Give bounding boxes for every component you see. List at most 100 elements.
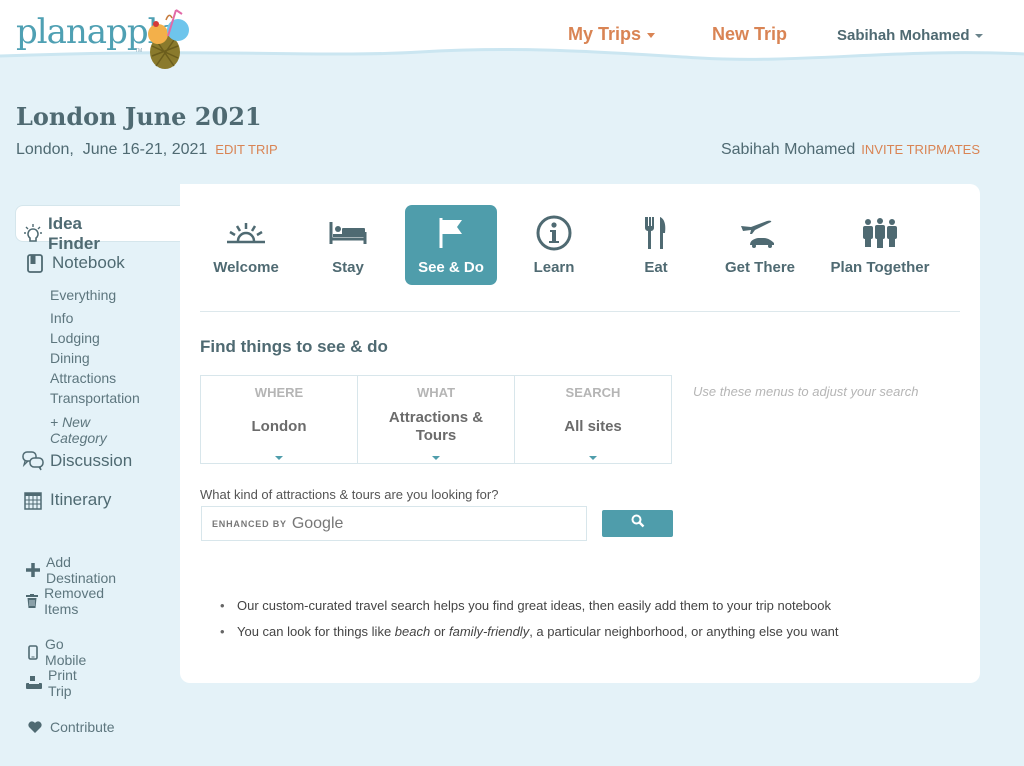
tip-text: You can look for things like [237,624,395,639]
edit-trip-link[interactable]: EDIT TRIP [215,142,277,157]
trip-location: London, [16,141,74,158]
tab-label: Welcome [213,259,279,276]
search-source-value: All sites [564,418,622,435]
tab-label: Learn [533,259,575,276]
sunrise-icon [225,213,267,253]
tip-text: Our custom-curated travel search helps y… [237,598,831,613]
search-question-label: What kind of attractions & tours are you… [200,487,499,502]
tab-label: See & Do [418,259,484,276]
category-tabs: Welcome Stay See & Do Learn Eat Get Ther… [200,205,960,285]
info-icon [536,213,572,253]
calendar-icon [22,490,44,510]
search-selectors: WHERE London WHAT Attractions & Tours SE… [200,375,672,464]
go-mobile-label: Go Mobile [45,636,87,668]
notebook-transportation[interactable]: Transportation [50,390,140,406]
trip-owner-area: Sabihah Mohamed INVITE TRIPMATES [721,141,980,159]
search-source-selector[interactable]: SEARCH All sites [515,376,671,463]
notebook-lodging[interactable]: Lodging [50,330,100,346]
user-name-label: Sabihah Mohamed [837,27,970,44]
trash-icon [26,593,39,609]
tab-label: Plan Together [830,259,930,276]
search-button[interactable] [602,510,673,537]
new-category-link[interactable]: + New Category [50,414,107,446]
print-trip-button[interactable]: Print Trip [26,667,79,699]
trip-dates: June 16-21, 2021 [82,141,208,158]
bed-icon [329,213,367,253]
sidebar-item-label: Itinerary [50,490,112,509]
add-destination-label: Add Destination [46,554,117,586]
sidebar-item-label: Notebook [52,253,125,272]
what-selector[interactable]: WHAT Attractions & Tours [358,376,515,463]
my-trips-menu[interactable]: My Trips [568,24,656,45]
plus-icon [26,562,40,578]
removed-items-label: Removed Items [44,585,105,617]
tabs-divider [200,311,960,312]
heart-icon [26,719,44,735]
chevron-down-icon [275,456,283,460]
finder-tips-list: Our custom-curated travel search helps y… [220,598,839,650]
printer-icon [26,675,42,691]
where-label: WHERE [254,385,304,400]
speech-bubbles-icon [22,451,44,471]
tip-item: Our custom-curated travel search helps y… [220,598,839,614]
notebook-dining[interactable]: Dining [50,350,90,366]
search-input[interactable]: ENHANCED BY Google [201,506,587,541]
tab-plan-together[interactable]: Plan Together [827,205,933,285]
tab-learn[interactable]: Learn [520,205,588,285]
tab-stay[interactable]: Stay [315,205,381,285]
tip-emphasis: beach [394,624,431,639]
fork-knife-icon [643,213,669,253]
tab-label: Stay [332,259,364,276]
notebook-icon [24,253,46,273]
tab-eat[interactable]: Eat [630,205,682,285]
invite-tripmates-link[interactable]: INVITE TRIPMATES [861,142,980,157]
selectors-hint: Use these menus to adjust your search [693,384,919,399]
sidebar-item-notebook[interactable]: Notebook [24,253,125,273]
tip-text: or [430,624,450,639]
search-source-label: SEARCH [565,385,621,400]
tip-text: , a particular neighborhood, or anything… [529,624,839,639]
print-trip-label: Print Trip [48,667,77,699]
user-menu[interactable]: Sabihah Mohamed [837,27,983,44]
flag-icon [437,213,465,253]
tip-emphasis: family-friendly [449,624,530,639]
mobile-phone-icon [26,644,39,660]
sidebar-item-label: Idea Finder [48,214,100,253]
my-trips-label: My Trips [568,24,642,44]
page-title: London June 2021 [16,102,262,131]
lightbulb-icon [24,224,42,244]
chevron-down-icon [647,32,656,38]
where-selector[interactable]: WHERE London [201,376,358,463]
tip-item: You can look for things like beach or fa… [220,624,839,640]
finder-heading: Find things to see & do [200,337,388,356]
chevron-down-icon [974,34,983,39]
notebook-everything[interactable]: Everything [50,287,116,303]
where-value: London [251,418,307,435]
sidebar-item-itinerary[interactable]: Itinerary [22,490,111,510]
enhanced-by-label: ENHANCED BY [212,518,287,529]
tab-get-there[interactable]: Get There [715,205,805,285]
people-icon [861,213,899,253]
sidebar-item-label: Discussion [50,451,133,470]
contribute-button[interactable]: Contribute [26,719,115,735]
notebook-info[interactable]: Info [50,310,73,326]
add-destination-button[interactable]: Add Destination [26,554,120,586]
what-label: WHAT [416,385,456,400]
notebook-attractions[interactable]: Attractions [50,370,116,386]
chevron-down-icon [589,456,597,460]
tab-label: Get There [724,259,796,276]
pineapple-drink-icon [148,9,189,69]
new-trip-link[interactable]: New Trip [712,24,787,45]
tab-see-and-do[interactable]: See & Do [405,205,497,285]
trip-subtitle: London, June 16-21, 2021 EDIT TRIP [16,141,278,159]
trip-owner-name: Sabihah Mohamed [720,141,856,158]
removed-items-button[interactable]: Removed Items [26,585,110,617]
chevron-down-icon [432,456,440,460]
go-mobile-button[interactable]: Go Mobile [26,636,91,668]
sidebar-item-discussion[interactable]: Discussion [22,451,132,471]
sidebar-item-idea-finder[interactable]: Idea Finder [24,214,104,254]
top-header: planapple TM My Trips New Trip Sabihah M… [0,0,1024,80]
tab-welcome[interactable]: Welcome [200,205,292,285]
plane-car-icon [740,213,780,253]
what-value: Attractions & Tours [388,409,484,444]
